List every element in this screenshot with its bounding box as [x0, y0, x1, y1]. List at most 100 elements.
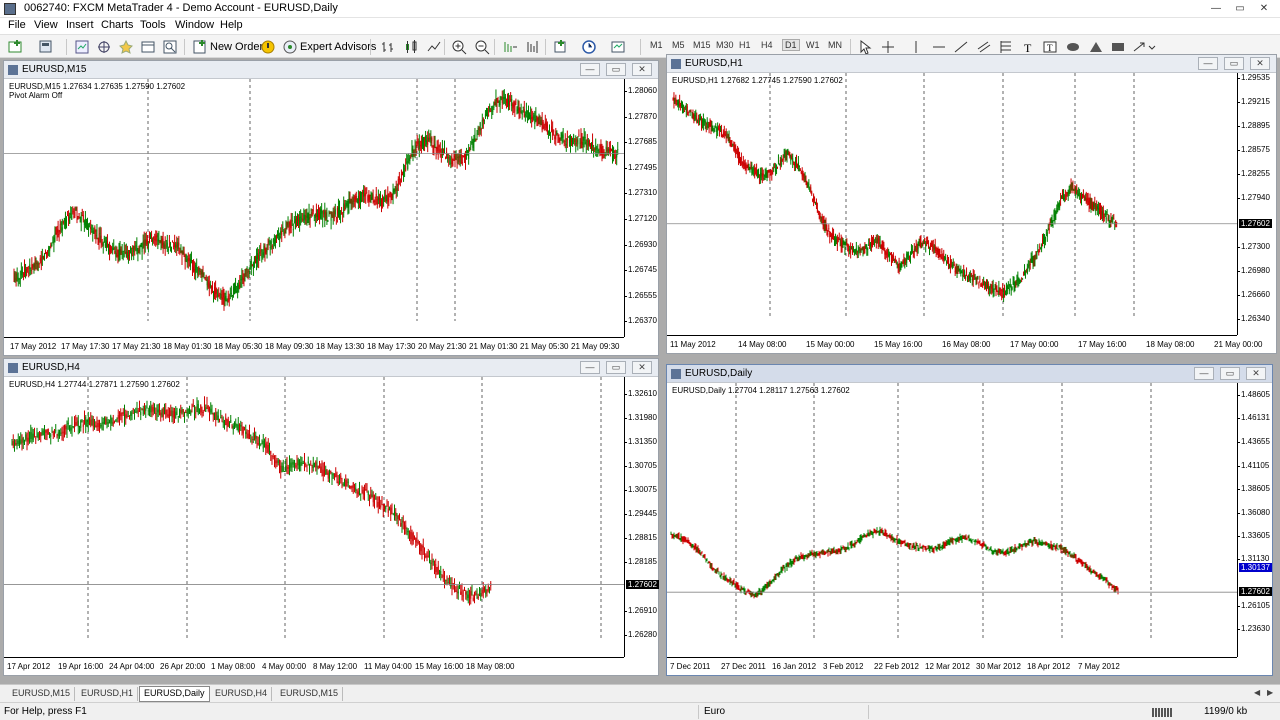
trendline-icon[interactable]	[953, 39, 969, 55]
chart-minimize-button[interactable]: —	[1198, 57, 1218, 70]
chart-close-button[interactable]: ✕	[1246, 367, 1266, 380]
chart-area[interactable]: EURUSD,H1 1.27682 1.27745 1.27590 1.2760…	[667, 73, 1276, 353]
timeframe-h4[interactable]: H4	[761, 40, 773, 50]
price-chart[interactable]	[4, 377, 624, 659]
candle-body	[906, 253, 908, 263]
menu-file[interactable]: File	[8, 19, 26, 31]
price-chart[interactable]	[4, 79, 624, 339]
timeframe-w1[interactable]: W1	[806, 40, 820, 50]
chart-minimize-button[interactable]: —	[1194, 367, 1214, 380]
zoom-in-icon[interactable]	[451, 39, 467, 55]
candle	[168, 235, 170, 248]
chart-window-m15[interactable]: EURUSD,M15 — ▭ ✕ EURUSD,M15 1.27634 1.27…	[3, 60, 659, 356]
candle	[161, 235, 163, 249]
fibonacci-icon[interactable]	[998, 39, 1014, 55]
cursor-icon[interactable]	[857, 39, 873, 55]
equidistant-channel-icon[interactable]	[976, 39, 992, 55]
new-order-button[interactable]: New Order	[190, 38, 263, 56]
chevron-down-icon[interactable]	[1148, 39, 1156, 55]
timeframe-m1[interactable]: M1	[650, 40, 663, 50]
terminal-icon[interactable]	[140, 39, 156, 55]
candle-body	[720, 574, 722, 576]
chart-close-button[interactable]: ✕	[632, 63, 652, 76]
price-chart[interactable]	[667, 383, 1237, 659]
timeframe-m15[interactable]: M15	[693, 40, 711, 50]
new-chart-icon[interactable]	[8, 39, 24, 55]
menu-window[interactable]: Window	[175, 19, 214, 31]
close-button[interactable]: ✕	[1254, 2, 1274, 16]
candle-body	[1084, 197, 1086, 201]
candle	[360, 191, 361, 210]
profiles-icon[interactable]	[38, 39, 54, 55]
chart-area[interactable]: EURUSD,Daily 1.27704 1.28117 1.27563 1.2…	[667, 383, 1272, 675]
menu-tools[interactable]: Tools	[140, 19, 166, 31]
maximize-button[interactable]: ▭	[1230, 2, 1250, 16]
data-window-icon[interactable]	[96, 39, 112, 55]
periods-clock-icon[interactable]	[581, 39, 597, 55]
vertical-line-icon[interactable]	[908, 39, 924, 55]
market-watch-icon[interactable]	[74, 39, 90, 55]
candle-body	[350, 200, 352, 205]
navigator-icon[interactable]	[118, 39, 134, 55]
triangle-icon[interactable]	[1088, 39, 1104, 55]
horizontal-line-icon[interactable]	[931, 39, 947, 55]
chart-shift-icon[interactable]	[525, 39, 541, 55]
menu-view[interactable]: View	[34, 19, 58, 31]
templates-icon[interactable]	[610, 39, 626, 55]
chart-area[interactable]: EURUSD,M15 1.27634 1.27635 1.27590 1.276…	[4, 79, 658, 355]
bar-chart-icon[interactable]	[380, 39, 396, 55]
chart-maximize-button[interactable]: ▭	[1224, 57, 1244, 70]
ellipse-icon[interactable]	[1065, 39, 1081, 55]
candle	[916, 243, 918, 257]
text-icon[interactable]: T	[1020, 39, 1036, 55]
timeframe-d1[interactable]: D1	[782, 39, 800, 51]
zoom-out-icon[interactable]	[474, 39, 490, 55]
candle	[141, 408, 143, 411]
menu-charts[interactable]: Charts	[101, 19, 133, 31]
timeframe-m30[interactable]: M30	[716, 40, 734, 50]
candle-body	[983, 280, 985, 284]
line-chart-icon[interactable]	[426, 39, 442, 55]
metaeditor-icon[interactable]	[260, 39, 276, 55]
chart-close-button[interactable]: ✕	[1250, 57, 1270, 70]
chart-minimize-button[interactable]: —	[580, 63, 600, 76]
chart-maximize-button[interactable]: ▭	[606, 361, 626, 374]
minimize-button[interactable]: —	[1206, 2, 1226, 16]
chart-window-h1[interactable]: EURUSD,H1 — ▭ ✕ EURUSD,H1 1.27682 1.2774…	[666, 54, 1277, 354]
expert-advisors-button[interactable]: Expert Advisors	[280, 38, 376, 56]
candle-body	[67, 422, 69, 425]
candle-body	[201, 408, 203, 413]
rectangle-icon[interactable]	[1110, 39, 1126, 55]
chart-area[interactable]: EURUSD,H4 1.27744 1.27871 1.27590 1.2760…	[4, 377, 659, 675]
arrow-objects-icon[interactable]	[1132, 39, 1148, 55]
chart-close-button[interactable]: ✕	[632, 361, 652, 374]
timeframe-h1[interactable]: H1	[739, 40, 751, 50]
candle	[694, 111, 696, 122]
price-chart[interactable]	[667, 73, 1237, 337]
candle	[243, 273, 245, 287]
candle	[236, 423, 238, 431]
chart-maximize-button[interactable]: ▭	[606, 63, 626, 76]
auto-scroll-icon[interactable]	[502, 39, 518, 55]
menu-help[interactable]: Help	[220, 19, 243, 31]
candle	[185, 409, 187, 414]
chart-window-daily[interactable]: EURUSD,Daily — ▭ ✕ EURUSD,Daily 1.27704 …	[666, 364, 1273, 676]
strategy-tester-icon[interactable]	[162, 39, 178, 55]
chart-window-h4[interactable]: EURUSD,H4 — ▭ ✕ EURUSD,H4 1.27744 1.2787…	[3, 358, 659, 676]
timeframe-m5[interactable]: M5	[672, 40, 685, 50]
candlesticks-icon[interactable]	[403, 39, 419, 55]
menu-insert[interactable]: Insert	[66, 19, 94, 31]
candle-body	[129, 417, 130, 419]
chart-maximize-button[interactable]: ▭	[1220, 367, 1240, 380]
indicators-icon[interactable]	[553, 39, 569, 55]
candle-body	[845, 243, 847, 245]
candle-body	[247, 271, 249, 273]
text-label-icon[interactable]: T	[1042, 39, 1058, 55]
candle-body	[795, 161, 797, 165]
timeframe-mn[interactable]: MN	[828, 40, 842, 50]
metatrader-app-icon[interactable]	[4, 3, 16, 15]
candle-body	[544, 121, 546, 126]
candle-body	[94, 419, 95, 425]
chart-minimize-button[interactable]: —	[580, 361, 600, 374]
crosshair-icon[interactable]	[880, 39, 896, 55]
